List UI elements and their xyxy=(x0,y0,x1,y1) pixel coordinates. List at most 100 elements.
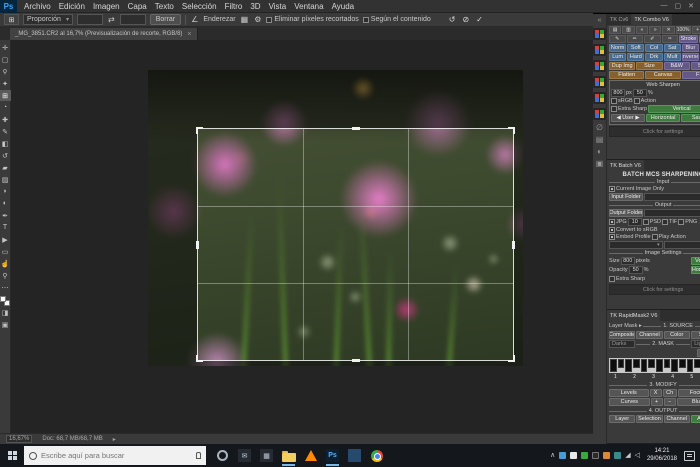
tray-icon-green[interactable] xyxy=(581,452,588,459)
document-tab[interactable]: _MG_3851.CR2 al 16,7% (Previsualización … xyxy=(10,28,198,40)
action-dropdown[interactable]: ▾ xyxy=(664,241,700,249)
tk-panel-icon-3[interactable] xyxy=(593,60,606,72)
canvas-button[interactable]: Canvas xyxy=(645,71,680,79)
zone-key[interactable] xyxy=(610,359,617,372)
new-doc-button[interactable]: ▥ xyxy=(622,26,634,34)
zone-key[interactable] xyxy=(687,359,694,372)
quick-selection-tool[interactable]: ✦ xyxy=(0,78,11,89)
output-folder-button[interactable]: Output Folder xyxy=(609,209,643,217)
cancel-crop-icon[interactable]: ⊘ xyxy=(462,15,469,24)
tray-icon-white[interactable] xyxy=(570,452,577,459)
crop-handle-top[interactable] xyxy=(352,127,360,130)
lights-dropdown[interactable]: Lights xyxy=(691,340,700,348)
app-chrome[interactable] xyxy=(368,445,385,466)
crop-handle-top-right[interactable] xyxy=(508,127,515,134)
crop-handle-bottom-left[interactable] xyxy=(196,355,203,362)
healing-brush-tool[interactable]: ✚ xyxy=(0,114,11,125)
color-swatches[interactable] xyxy=(0,296,10,306)
eyedropper-tool[interactable]: ◔ xyxy=(0,102,11,113)
focus-button[interactable]: Focus xyxy=(678,389,700,397)
app-photoshop[interactable]: Ps xyxy=(324,445,341,466)
crop-handle-top-left[interactable] xyxy=(196,127,203,134)
blend-mult-button[interactable]: Mult xyxy=(664,53,681,61)
history-brush-tool[interactable]: ↺ xyxy=(0,150,11,161)
menu-ventana[interactable]: Ventana xyxy=(290,0,327,13)
layer-mask-label[interactable]: Layer Mask ▸ xyxy=(609,323,642,329)
settings-hint[interactable]: Click for settings xyxy=(609,284,700,295)
blend-drk-button[interactable]: Drk xyxy=(645,53,662,61)
input-folder-button[interactable]: Input Folder xyxy=(609,193,643,201)
menu-texto[interactable]: Texto xyxy=(151,0,178,13)
extra-sharp-checkbox[interactable] xyxy=(609,276,615,282)
app-store[interactable]: ▦ xyxy=(258,445,275,466)
fs-button[interactable]: FS xyxy=(682,71,700,79)
user-preset-cycler[interactable]: ◀ User ▶ xyxy=(611,114,645,122)
swap-dimensions-icon[interactable]: ⇄ xyxy=(107,15,116,24)
stroke-button[interactable]: Stroke xyxy=(679,35,698,43)
app-mail[interactable]: ✉ xyxy=(236,445,253,466)
step-forward-button[interactable]: » xyxy=(649,26,661,34)
canvas-area[interactable] xyxy=(11,40,593,433)
hand-tool[interactable]: ☝ xyxy=(0,258,11,269)
blur-mask-button[interactable]: Blur xyxy=(677,398,700,406)
brush-white-button[interactable]: ✏ xyxy=(627,35,644,43)
zone-key[interactable] xyxy=(671,359,678,372)
sharpen-save-button[interactable]: Save xyxy=(681,114,700,122)
levels-button[interactable]: Levels xyxy=(609,389,649,397)
opacity-value[interactable]: 50 xyxy=(629,266,643,274)
crop-handle-left[interactable] xyxy=(196,241,199,249)
zone-key[interactable] xyxy=(694,359,700,368)
darks-dropdown[interactable]: Darks xyxy=(609,340,635,348)
blend-norm-button[interactable]: Norm xyxy=(609,44,626,52)
delete-button[interactable]: ✕ xyxy=(662,26,674,34)
tab-tk-rapidmask2-v6[interactable]: TK RapidMask2 V6 xyxy=(607,310,660,321)
app-adobe-blue[interactable] xyxy=(346,445,363,466)
ratio-preset-select[interactable]: Proporción ▾ xyxy=(23,14,73,25)
microphone-icon[interactable] xyxy=(196,452,201,459)
app-vlc[interactable] xyxy=(302,445,319,466)
more-tools-icon[interactable]: ⋯ xyxy=(0,282,11,293)
tk-panel-icon-2[interactable] xyxy=(593,44,606,56)
straighten-icon[interactable]: ∠ xyxy=(190,15,199,24)
tray-icon-teal[interactable] xyxy=(614,452,621,459)
tray-expand-icon[interactable]: ∧ xyxy=(550,452,555,459)
menu-filtro[interactable]: Filtro xyxy=(221,0,247,13)
zone-key[interactable] xyxy=(618,359,625,368)
marquee-tool[interactable]: ▢ xyxy=(0,54,11,65)
tray-icon-blue[interactable] xyxy=(559,452,566,459)
menu-seleccion[interactable]: Selección xyxy=(178,0,221,13)
jpg-checkbox[interactable] xyxy=(609,219,615,225)
crop-handle-right[interactable] xyxy=(512,241,515,249)
action-center-icon[interactable] xyxy=(684,451,695,461)
tif-checkbox[interactable] xyxy=(662,219,668,225)
blend-lum-button[interactable]: Lum xyxy=(609,53,626,61)
blend-sat-button[interactable]: Sat xyxy=(664,44,681,52)
tab-tk-combo-v6[interactable]: TK Combo V6 xyxy=(631,14,672,25)
move-tool[interactable]: ✛ xyxy=(0,42,11,53)
zone-key[interactable] xyxy=(648,359,655,368)
menu-ayuda[interactable]: Ayuda xyxy=(328,0,359,13)
tab-close-icon[interactable]: × xyxy=(187,31,191,38)
sharpen-amount-value[interactable]: 50 xyxy=(633,89,647,97)
lasso-tool[interactable]: ϙ xyxy=(0,66,11,77)
contrast-icon[interactable]: ◐ xyxy=(597,148,602,156)
dodge-tool[interactable]: ◐ xyxy=(0,198,11,209)
overlay-grid-icon[interactable]: ▦ xyxy=(240,15,250,24)
tray-icon-orange[interactable] xyxy=(603,452,610,459)
gradient-tool[interactable]: ▨ xyxy=(0,174,11,185)
step-back-button[interactable]: « xyxy=(636,26,648,34)
blur-button[interactable]: Blur xyxy=(682,44,699,52)
path-selection-tool[interactable]: ▶ xyxy=(0,234,11,245)
cancel-mask-button[interactable]: X xyxy=(650,389,662,397)
zone-key[interactable] xyxy=(633,359,640,368)
size-button[interactable]: Size xyxy=(636,62,662,70)
tk-panel-icon-4[interactable] xyxy=(593,76,606,88)
convert-srgb-checkbox[interactable] xyxy=(609,227,615,233)
action-checkbox[interactable] xyxy=(634,98,640,104)
clone-stamp-tool[interactable]: ◧ xyxy=(0,138,11,149)
save-button[interactable]: Save xyxy=(691,62,700,70)
output-apply-button[interactable]: Apply xyxy=(691,415,700,423)
crop-handle-bottom[interactable] xyxy=(352,359,360,362)
play-action-checkbox[interactable] xyxy=(652,234,658,240)
clear-button[interactable]: Borrar xyxy=(150,14,181,25)
